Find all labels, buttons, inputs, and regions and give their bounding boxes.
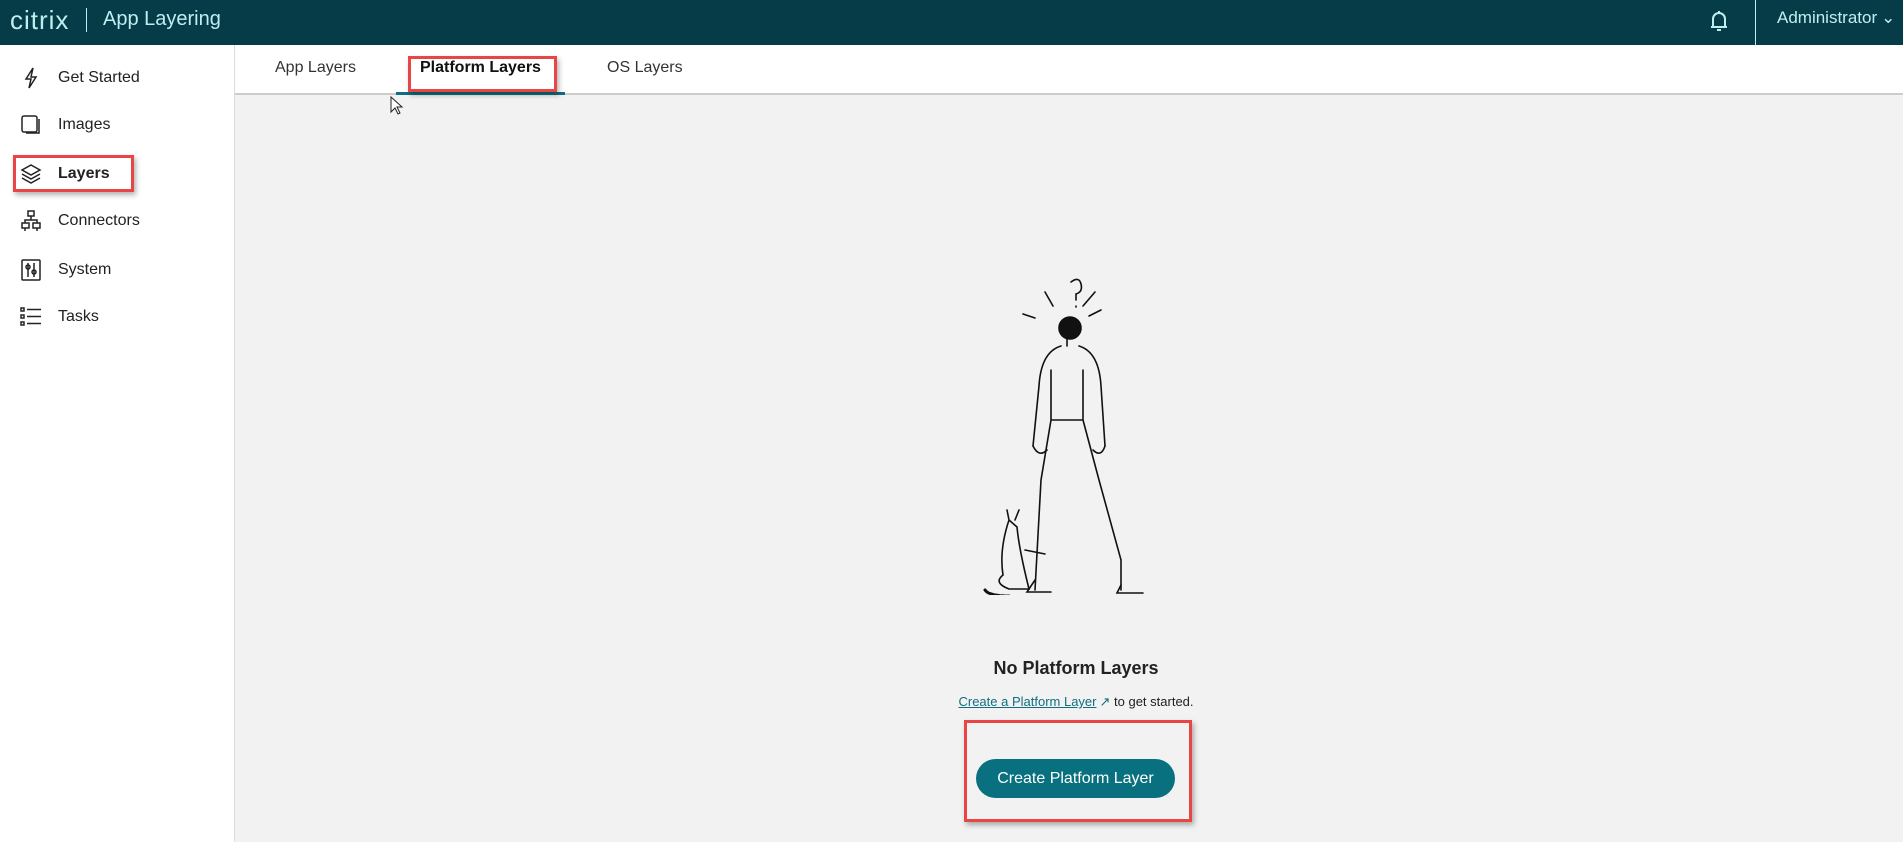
tab-os-layers[interactable]: OS Layers (607, 59, 683, 77)
sidebar-item-system[interactable]: System (20, 253, 111, 287)
lightning-icon (24, 67, 38, 89)
user-menu[interactable]: Administrator ⌄ (1773, 8, 1895, 28)
external-link-icon: ↗ (1099, 694, 1111, 709)
sidebar-item-images[interactable]: Images (20, 108, 110, 142)
top-bar: citrix App Layering Administrator ⌄ (0, 0, 1903, 45)
empty-state-title: No Platform Layers (993, 658, 1159, 678)
connectors-icon (21, 210, 41, 231)
empty-state-illustration (983, 278, 1144, 595)
empty-state-suffix: to get started. (1110, 694, 1194, 709)
chevron-down-icon: ⌄ (1881, 8, 1896, 27)
tasks-icon (20, 307, 41, 326)
sidebar-item-label: Connectors (58, 212, 140, 229)
sidebar-item-connectors[interactable]: Connectors (20, 204, 140, 238)
tab-app-layers[interactable]: App Layers (275, 59, 356, 77)
system-icon (21, 259, 41, 281)
active-tab-indicator (396, 92, 565, 95)
bell-icon[interactable] (1708, 9, 1730, 33)
sidebar-item-label: Images (58, 116, 111, 133)
sidebar-item-get-started[interactable]: Get Started (20, 61, 140, 95)
empty-state-subtitle: Create a Platform Layer ↗ to get started. (0, 694, 1903, 710)
divider (1755, 0, 1756, 45)
citrix-logo: citrix (10, 5, 70, 35)
sidebar-item-label: System (58, 261, 112, 278)
sidebar-item-label: Get Started (58, 69, 140, 86)
highlight-box (964, 720, 1192, 822)
images-icon (21, 115, 40, 134)
sidebar-item-label: Tasks (58, 308, 99, 325)
highlight-box (13, 155, 134, 192)
app-title: App Layering (103, 8, 221, 30)
mouse-cursor-icon (390, 96, 404, 115)
divider (86, 8, 87, 32)
user-name: Administrator (1777, 8, 1878, 27)
sidebar-item-tasks[interactable]: Tasks (20, 300, 99, 334)
create-platform-layer-link[interactable]: Create a Platform Layer (958, 694, 1096, 709)
highlight-box (408, 56, 557, 92)
